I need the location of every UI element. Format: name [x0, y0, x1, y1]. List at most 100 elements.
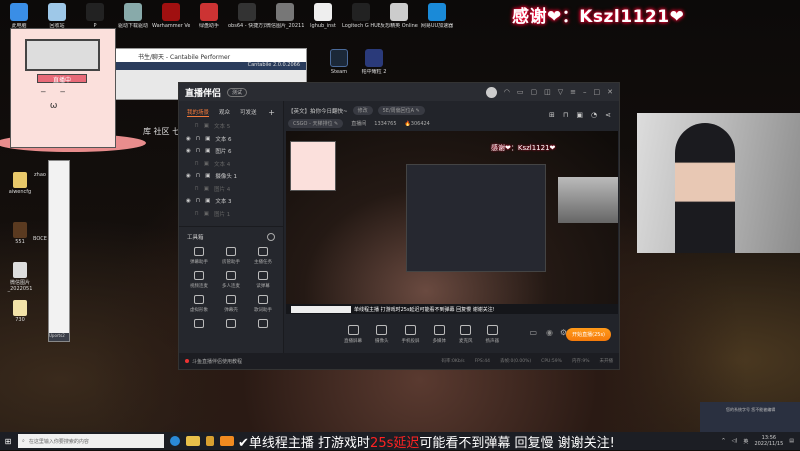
- source-item[interactable]: ◉ ⊓ ▣ 摄像头 1: [179, 170, 283, 183]
- source-control-button[interactable]: 多媒体: [433, 325, 446, 344]
- preview-search: [291, 305, 351, 313]
- desktop-icon[interactable]: lghub_inst: [304, 0, 342, 44]
- lock-icon[interactable]: ⊓: [195, 211, 199, 217]
- edge-icon[interactable]: [170, 436, 180, 446]
- tool-item[interactable]: 弹幕助手: [183, 247, 215, 265]
- desktop-icon[interactable]: 微信图片_2021111: [266, 0, 304, 44]
- desktop-icon[interactable]: 反恐精英 Online: [380, 0, 418, 44]
- lock-icon[interactable]: ⊓: [195, 123, 199, 129]
- live-streaming-app-window[interactable]: 直播伴侣 测试 ◠ ▭ ▢ ◫ ▽ ≡ – □ ✕ 我的场景 观众 可发送 + …: [178, 82, 620, 370]
- eye-icon[interactable]: [186, 161, 190, 167]
- source-item[interactable]: ◉ ⊓ ▣ 图片 6: [179, 145, 283, 158]
- tab-sendable[interactable]: 可发送: [240, 108, 257, 117]
- source-control-button[interactable]: 直播屏幕: [344, 325, 362, 344]
- desktop-icon[interactable]: 绿盘助手: [190, 0, 228, 44]
- lock-icon[interactable]: ⊓: [196, 148, 200, 154]
- tab-my-scenes[interactable]: 我的场景: [187, 108, 210, 117]
- more-icon[interactable]: [267, 233, 275, 241]
- tool-item[interactable]: 视频连麦: [183, 271, 215, 289]
- notification-icon[interactable]: ▤: [789, 438, 794, 444]
- source-item[interactable]: ⊓ ▣ 图片 4: [179, 183, 283, 196]
- windows-start-icon[interactable]: ⊞: [0, 437, 16, 446]
- box-icon[interactable]: ▣: [576, 111, 583, 119]
- eye-icon[interactable]: [186, 186, 190, 192]
- message-icon[interactable]: ▭: [517, 88, 524, 96]
- desktop-icon[interactable]: Warhammer Vermintide: [152, 0, 190, 44]
- headset-icon[interactable]: ◠: [504, 88, 510, 96]
- source-item[interactable]: ⊓ ▣ 文本 5: [179, 120, 283, 133]
- file-explorer-icon[interactable]: [186, 436, 200, 446]
- eye-icon[interactable]: ◉: [186, 148, 191, 154]
- shirt-icon[interactable]: ▽: [558, 88, 563, 96]
- lock-icon[interactable]: ⊓: [195, 161, 199, 167]
- stream-preview[interactable]: 感谢❤：Kszl1121❤ 单线程主播 打游戏时25s延迟可能看不到弹幕 回复慢…: [286, 131, 618, 314]
- lock-icon[interactable]: ⊓: [196, 198, 200, 204]
- share-icon[interactable]: ⋖: [605, 111, 611, 119]
- desktop-icon-boce[interactable]: BOCE: [30, 236, 50, 242]
- desktop-icon[interactable]: 网易UU加速器: [418, 0, 456, 44]
- eye-icon[interactable]: ◉: [186, 198, 191, 204]
- golive-button[interactable]: 开始直播(25s): [566, 328, 611, 341]
- tool-item[interactable]: 多人连麦: [215, 271, 247, 289]
- source-control-button[interactable]: 摄像头: [375, 325, 389, 344]
- source-control-button[interactable]: 手机投屏: [402, 325, 420, 344]
- minimize-icon[interactable]: –: [583, 88, 587, 96]
- tool-item[interactable]: 歌词助手: [247, 295, 279, 313]
- lock-icon[interactable]: ⊓: [563, 111, 568, 119]
- control-icon: [347, 325, 359, 335]
- add-source-button[interactable]: +: [268, 108, 275, 117]
- source-item[interactable]: ◉ ⊓ ▣ 文本 6: [179, 133, 283, 146]
- desktop-icon[interactable]: obs64 - 快捷方式: [228, 0, 266, 44]
- menu-icon[interactable]: ≡: [570, 88, 576, 96]
- version-badge[interactable]: 测试: [227, 87, 248, 97]
- tray-chevron-icon[interactable]: ^: [721, 438, 725, 444]
- streaming-app-taskbar-icon[interactable]: [220, 436, 234, 446]
- source-type-icon: ▣: [205, 135, 211, 142]
- widget-tag: 直播中: [37, 74, 87, 84]
- eye-icon[interactable]: [186, 123, 190, 129]
- source-control-button[interactable]: 麦克风: [459, 325, 473, 344]
- lock-icon[interactable]: ⊓: [195, 186, 199, 192]
- layers-icon[interactable]: ◫: [544, 88, 551, 96]
- desktop-icon-730[interactable]: 730: [2, 300, 38, 323]
- notice-field[interactable]: 5E/周偏回位A ✎: [377, 106, 425, 115]
- source-item[interactable]: ⊓ ▣ 图片 1: [179, 208, 283, 221]
- system-notification[interactable]: 您的系统字号 您不能被编辑: [700, 402, 800, 432]
- taskbar-search[interactable]: ⌕ 在这里输入你要搜索的内容: [18, 434, 164, 448]
- lock-icon[interactable]: ⊓: [196, 173, 200, 179]
- bell-icon[interactable]: ◔: [591, 111, 597, 119]
- tool-item[interactable]: 弹幕壳: [215, 295, 247, 313]
- eye-icon[interactable]: ◉: [186, 136, 191, 142]
- desktop-icon[interactable]: 驱动下载驱动: [114, 0, 152, 44]
- gift-icon[interactable]: ⊞: [549, 111, 555, 119]
- tool-item[interactable]: [183, 319, 215, 331]
- screen-icon[interactable]: ▢: [530, 88, 537, 96]
- tool-item[interactable]: [215, 319, 247, 331]
- input-language[interactable]: 英: [743, 438, 748, 445]
- source-item[interactable]: ◉ ⊓ ▣ 文本 3: [179, 195, 283, 208]
- eye-icon[interactable]: ◉: [186, 173, 191, 179]
- tab-audience[interactable]: 观众: [219, 108, 230, 117]
- tool-item[interactable]: 房管助手: [215, 247, 247, 265]
- clock[interactable]: 13:56 2022/11/15: [754, 435, 783, 447]
- list-window[interactable]: Uports2: [48, 160, 70, 342]
- desktop-icon-zhao[interactable]: zhao: [30, 172, 50, 178]
- lock-icon[interactable]: ⊓: [196, 136, 200, 142]
- source-item[interactable]: ⊓ ▣ 文本 4: [179, 158, 283, 171]
- tool-item[interactable]: [247, 319, 279, 331]
- volume-icon[interactable]: ◁): [732, 438, 738, 444]
- desktop-icon-wechat-image[interactable]: 微信图片_2022051: [2, 262, 38, 292]
- edit-title-button[interactable]: 修改: [352, 106, 373, 115]
- tool-item[interactable]: 虚拟形象: [183, 295, 215, 313]
- tutorial-link[interactable]: 斗鱼直播伴侣使用教程: [185, 358, 242, 365]
- desktop-icon[interactable]: Logitech G HUB: [342, 0, 380, 44]
- source-control-button[interactable]: 扬声器: [486, 325, 499, 344]
- app-icon[interactable]: [206, 436, 214, 446]
- maximize-icon[interactable]: □: [594, 88, 601, 96]
- tool-item[interactable]: 主播任务: [247, 247, 279, 265]
- eye-icon[interactable]: [186, 211, 190, 217]
- user-avatar[interactable]: [485, 86, 497, 98]
- tool-item[interactable]: 读弹幕: [247, 271, 279, 289]
- category-selector[interactable]: CSGO - 天梯排位 ✎: [288, 119, 344, 128]
- close-icon[interactable]: ✕: [607, 88, 613, 96]
